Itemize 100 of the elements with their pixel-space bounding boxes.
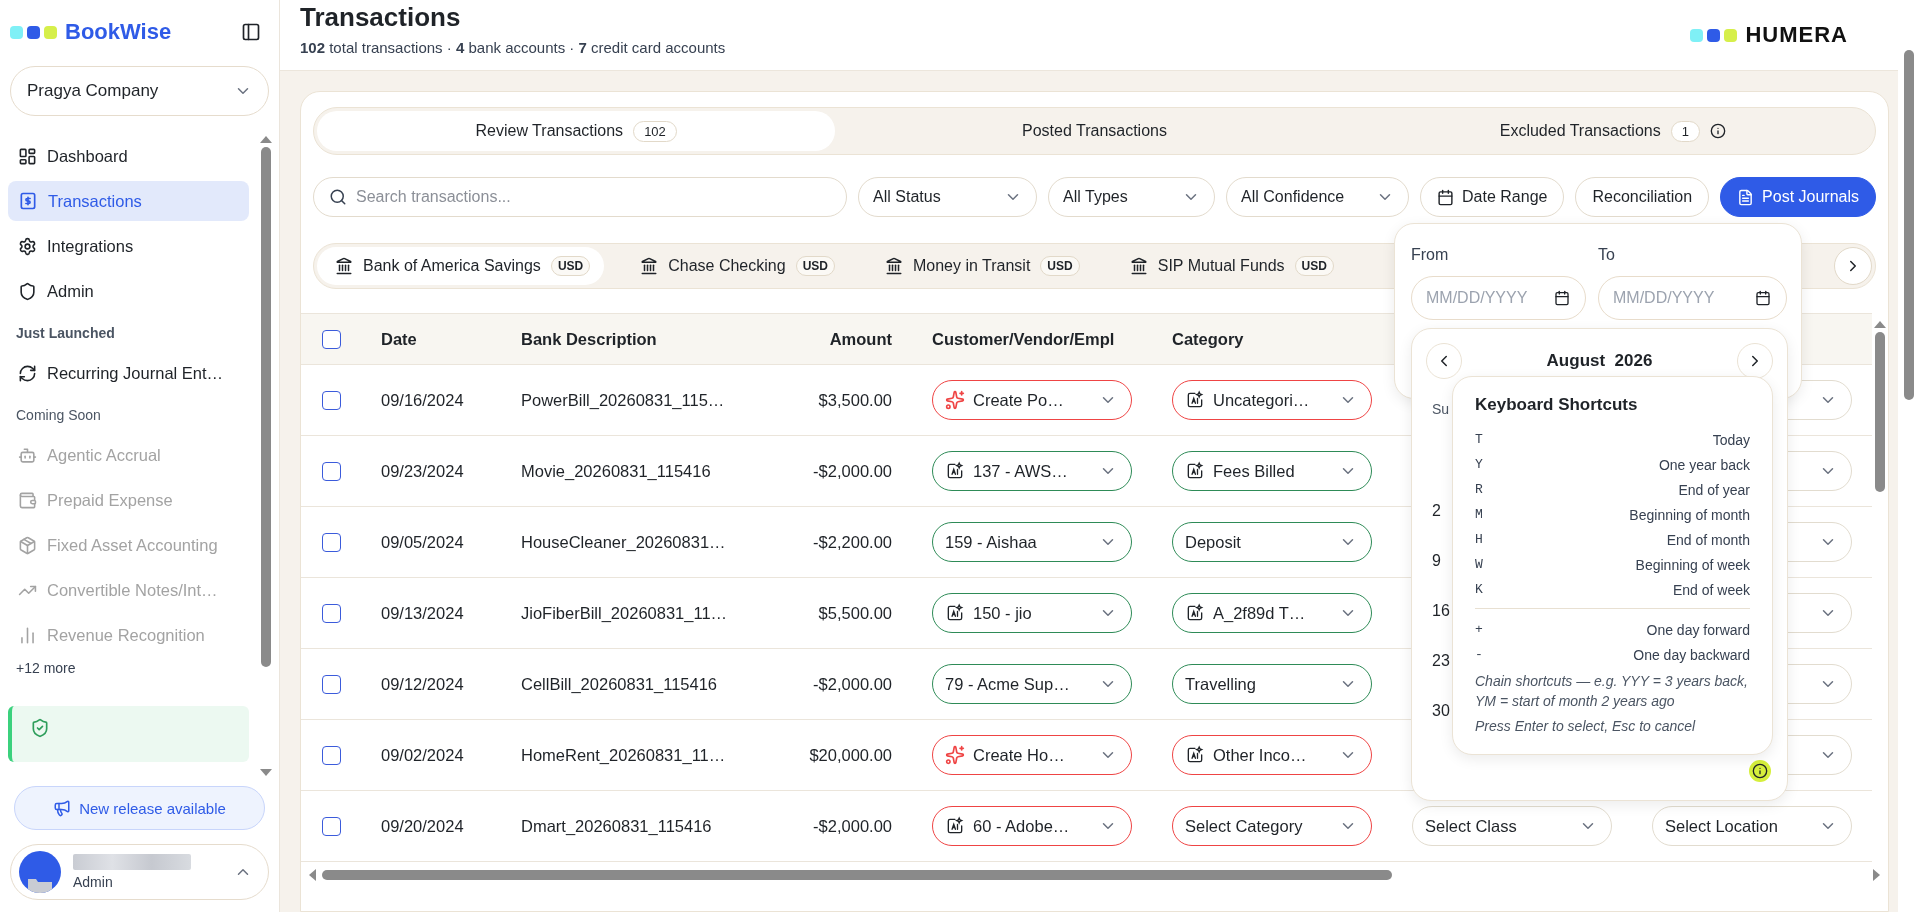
customer-select[interactable]: 150 - jio [932,593,1132,633]
ai-sparkle-icon [945,603,965,623]
previous-month-button[interactable] [1426,343,1462,379]
shortcut-label: One day backward [1633,646,1750,663]
filter-dropdown[interactable]: All Confidence [1226,177,1410,217]
sidebar-toggle-icon[interactable] [241,22,261,42]
date-input-field[interactable]: MM/DD/YYYY [1411,276,1586,320]
date-input-field[interactable]: MM/DD/YYYY [1598,276,1787,320]
ai-sparkle-icon [945,461,965,481]
description-cell: Dmart_20260831_115416 [521,816,712,835]
scrollbar-thumb[interactable] [322,870,1392,880]
brand-name: BookWise [65,19,172,45]
calendar-day[interactable]: 2 [1432,502,1441,522]
class-select[interactable]: Select Class [1412,806,1612,846]
nav-icon [18,281,37,301]
row-checkbox[interactable] [321,674,341,694]
row-checkbox[interactable] [321,532,341,552]
shortcut-key: K [1475,582,1483,597]
category-select[interactable]: Deposit [1172,522,1372,562]
account-chip[interactable]: Bank of America Savings USD [317,247,605,285]
shortcut-note: Chain shortcuts — e.g. YYY = 3 years back, YM = start of month 2 years ago [1475,672,1749,712]
shortcut-note: Press Enter to select, Esc to cancel [1475,716,1697,736]
shortcut-label: End of year [1678,481,1750,498]
avatar [19,851,61,893]
nav-item[interactable]: Integrations [8,226,249,266]
scroll-left-icon[interactable] [309,869,316,881]
shortcut-key: R [1475,482,1483,497]
scrollbar-thumb[interactable] [1875,332,1885,492]
category-select[interactable]: Travelling [1172,664,1372,704]
scrollbar-thumb[interactable] [261,147,271,667]
nav-item[interactable]: Dashboard [8,136,249,176]
row-checkbox[interactable] [321,461,341,481]
customer-select[interactable]: Create Po… [932,380,1132,420]
account-chip[interactable]: Money in Transit USD [866,247,1094,285]
tab[interactable]: Excluded Transactions 1 [1353,111,1872,151]
customer-select[interactable]: 60 - Adobe… [932,806,1132,846]
category-select[interactable]: A_2f89d T… [1172,593,1372,633]
reconciliation-button[interactable]: Reconciliation [1575,177,1710,217]
category-select[interactable]: Uncategori… [1172,380,1372,420]
scroll-down-icon[interactable] [260,769,272,776]
row-checkbox[interactable] [321,816,341,836]
nav-item[interactable]: Recurring Journal Ent… [8,353,249,393]
column-header: Category [1172,329,1244,348]
location-select[interactable]: Select Location [1652,806,1852,846]
column-header: Bank Description [521,329,657,348]
ai-sparkle-icon [945,816,965,836]
calendar-day[interactable]: 16 [1432,602,1450,622]
section-title: Coming Soon [16,407,102,423]
account-chip[interactable]: SIP Mutual Funds USD [1111,247,1348,285]
more-link[interactable]: +12 more [16,660,249,676]
calendar-day[interactable]: 9 [1432,552,1441,572]
amount-cell: -$2,000.00 [813,461,892,480]
date-cell: 09/02/2024 [381,745,464,764]
row-checkbox[interactable] [321,745,341,765]
account-chip[interactable]: Chase Checking USD [622,247,849,285]
category-select[interactable]: Select Category [1172,806,1372,846]
row-checkbox[interactable] [321,603,341,623]
date-range-button[interactable]: Date Range [1420,177,1565,217]
currency-badge: USD [1294,256,1334,276]
bank-icon [884,257,903,275]
search-field[interactable]: Search transactions... [313,177,848,217]
shortcut-key: T [1475,432,1483,447]
company-select[interactable]: Pragya Company [10,66,269,116]
calendar-day[interactable]: 30 [1432,702,1450,722]
info-button[interactable] [1749,760,1771,782]
release-button[interactable]: New release available [14,786,265,830]
nav-icon [18,363,37,383]
customer-select[interactable]: Create Ho… [932,735,1132,775]
nav-item[interactable]: Transactions [8,181,249,221]
shortcut-label: End of month [1666,531,1750,548]
nav-icon [18,445,37,465]
calendar-day[interactable]: 23 [1432,652,1450,672]
category-select[interactable]: Fees Billed [1172,451,1372,491]
amount-cell: $3,500.00 [818,390,892,409]
customer-select[interactable]: 159 - Aishaa [932,522,1132,562]
filter-dropdown[interactable]: All Status [858,177,1038,217]
tab[interactable]: Posted Transactions [835,111,1354,151]
tab-label: Excluded Transactions [1499,122,1661,140]
sparkles-icon [945,390,965,410]
customer-select[interactable]: 79 - Acme Sup… [932,664,1132,704]
select-all-checkbox[interactable] [321,329,341,349]
next-month-button[interactable] [1737,343,1773,379]
tab[interactable]: Review Transactions 102 [317,111,836,151]
nav-icon [18,625,37,645]
info-icon[interactable] [1709,123,1726,139]
scroll-right-icon[interactable] [1873,869,1880,881]
customer-select[interactable]: 137 - AWS… [932,451,1132,491]
scrollbar-thumb[interactable] [1904,50,1914,400]
category-select[interactable]: Other Inco… [1172,735,1372,775]
row-checkbox[interactable] [321,390,341,410]
nav-icon [18,146,37,166]
filter-dropdown[interactable]: All Types [1048,177,1216,217]
nav-item[interactable]: Admin [8,271,249,311]
shortcut-label: One day forward [1646,621,1750,638]
calendar-icon [1554,290,1570,306]
sparkles-icon [945,745,965,765]
post-journals-button[interactable]: Post Journals [1720,177,1876,217]
shortcut-key: M [1475,507,1483,522]
description-cell: PowerBill_20260831_115… [521,390,725,409]
section-title: Just Launched [16,325,116,341]
